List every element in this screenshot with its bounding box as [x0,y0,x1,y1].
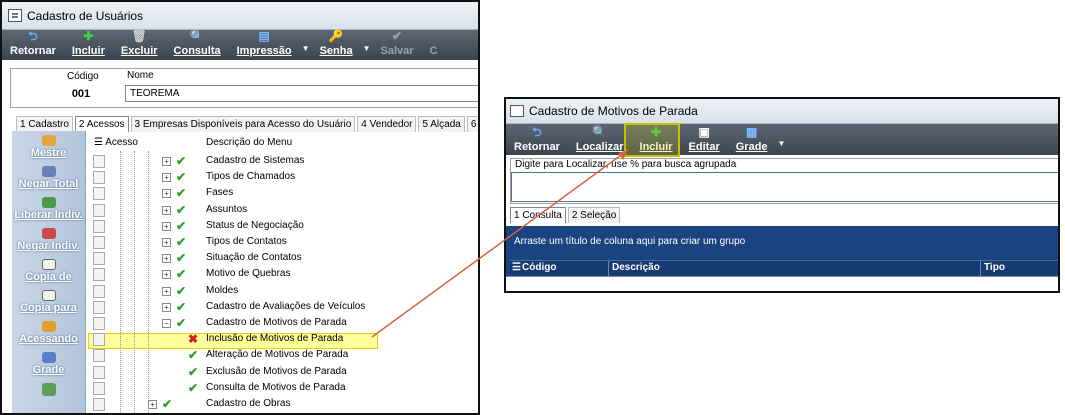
annotation-arrow-head [618,150,628,160]
annotation-arrow [371,149,629,338]
annotation-arrow-line [371,149,629,338]
